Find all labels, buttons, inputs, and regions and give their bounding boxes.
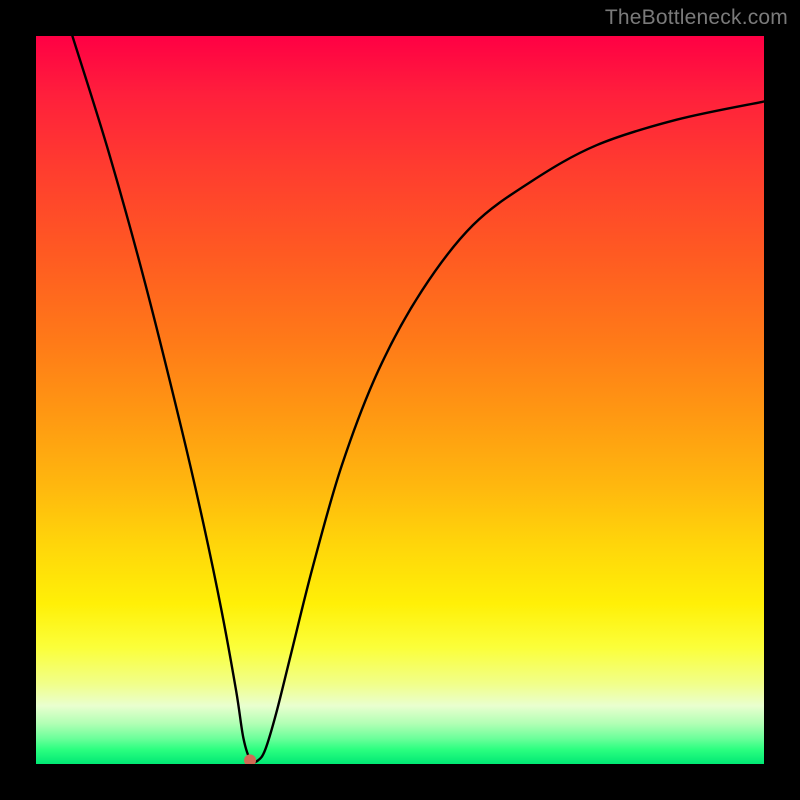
chart-frame: TheBottleneck.com — [0, 0, 800, 800]
curve-layer — [36, 36, 764, 764]
watermark-text: TheBottleneck.com — [605, 6, 788, 30]
plot-area — [36, 36, 764, 764]
bottleneck-curve — [72, 36, 764, 762]
minimum-marker — [244, 754, 256, 764]
